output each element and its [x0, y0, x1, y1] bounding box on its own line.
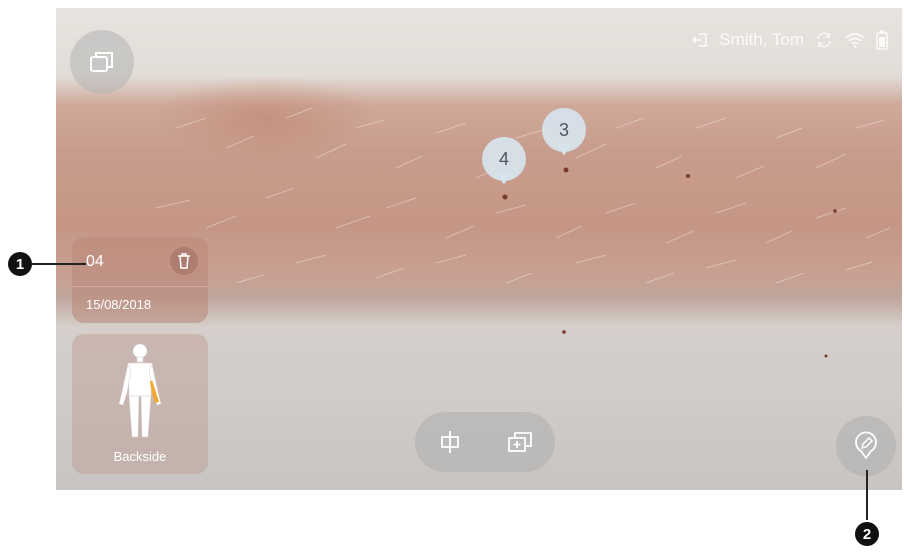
callout-2: 2 [855, 522, 879, 546]
add-image-button[interactable] [500, 422, 540, 462]
status-bar: Smith, Tom [691, 30, 888, 50]
trash-icon [178, 253, 190, 269]
bottom-toolbar [415, 412, 555, 472]
delete-button[interactable] [170, 247, 198, 275]
lesion-marker-3[interactable]: 3 [542, 108, 586, 162]
lesion-info-card[interactable]: 04 15/08/2018 [72, 237, 208, 323]
user-name: Smith, Tom [719, 30, 804, 49]
body-side-label: Backside [113, 449, 167, 464]
marker-pointer [497, 173, 511, 185]
callout-1-line [32, 263, 86, 265]
marker-pointer [557, 144, 571, 156]
battery-icon [876, 30, 888, 50]
camera-view[interactable]: Smith, Tom 3 4 04 15/08/2018 Backside [56, 8, 902, 490]
lesion-number: 04 [86, 253, 104, 270]
gallery-button[interactable] [70, 30, 134, 94]
center-icon [441, 431, 459, 453]
callout-2-line [866, 470, 868, 520]
logout-icon[interactable] [691, 31, 709, 49]
body-map-card[interactable]: Backside [72, 334, 208, 474]
card-divider [72, 286, 208, 287]
marker-pencil-icon [855, 431, 877, 460]
center-view-button[interactable] [430, 422, 470, 462]
body-figure-icon [118, 343, 162, 438]
add-image-icon [508, 432, 532, 452]
wifi-icon [845, 33, 865, 48]
lesion-marker-4[interactable]: 4 [482, 137, 526, 191]
sync-icon[interactable] [814, 31, 834, 49]
edit-marker-button[interactable] [836, 416, 896, 476]
lesion-date: 15/08/2018 [86, 297, 152, 312]
gallery-icon [90, 52, 113, 72]
callout-1: 1 [8, 252, 32, 276]
